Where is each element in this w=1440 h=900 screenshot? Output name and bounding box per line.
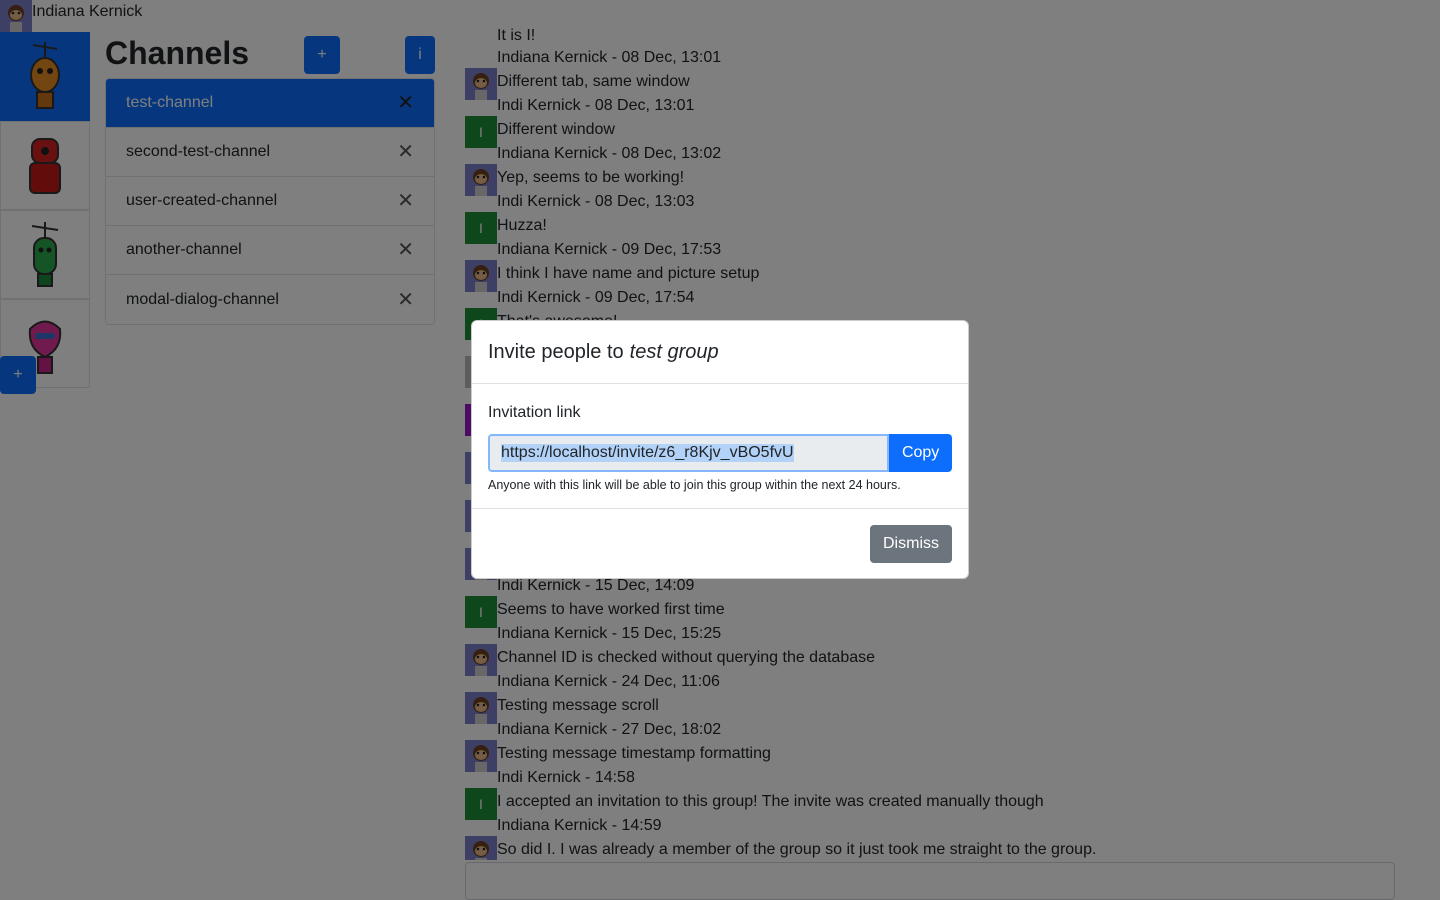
modal-body: Invitation link https://localhost/invite… xyxy=(472,384,968,509)
dismiss-button[interactable]: Dismiss xyxy=(870,525,952,563)
invitation-link-text: https://localhost/invite/z6_r8Kjv_vBO5fv… xyxy=(501,444,794,462)
invite-modal: Invite people to test group Invitation l… xyxy=(471,320,969,579)
modal-group-name: test group xyxy=(629,340,719,363)
invitation-hint: Anyone with this link will be able to jo… xyxy=(488,478,901,492)
invitation-link-label: Invitation link xyxy=(488,404,581,421)
modal-footer: Dismiss xyxy=(472,509,968,579)
modal-title: Invite people to xyxy=(488,340,624,363)
modal-header: Invite people to test group xyxy=(472,321,968,384)
invitation-link-field[interactable]: https://localhost/invite/z6_r8Kjv_vBO5fv… xyxy=(488,434,890,472)
link-input-group: https://localhost/invite/z6_r8Kjv_vBO5fv… xyxy=(488,434,952,472)
copy-button[interactable]: Copy xyxy=(889,434,952,472)
